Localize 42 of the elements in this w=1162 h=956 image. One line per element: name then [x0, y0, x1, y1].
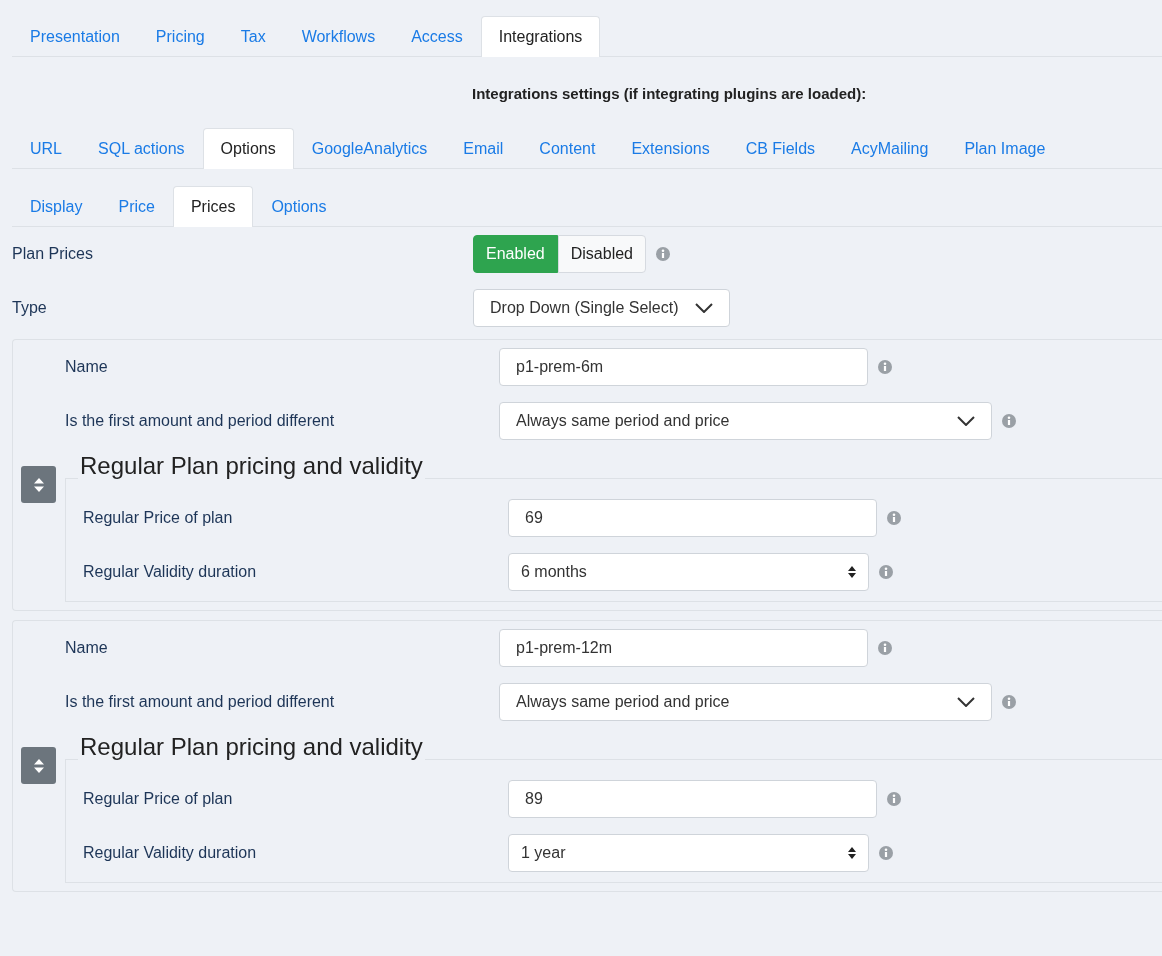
field-label: Is the first amount and period different: [65, 693, 336, 711]
tab[interactable]: Options: [253, 186, 345, 227]
name-input[interactable]: p1-prem-6m: [499, 348, 868, 386]
price-input[interactable]: 69: [508, 499, 877, 537]
tab[interactable]: Pricing: [137, 16, 223, 57]
tab[interactable]: Presentation: [12, 16, 138, 57]
tab[interactable]: Display: [12, 186, 101, 227]
period-dropdown[interactable]: Always same period and price: [499, 683, 992, 721]
field-label: Regular Validity duration: [83, 563, 258, 581]
field-label: Type: [12, 299, 48, 317]
tab[interactable]: AcyMailing: [833, 128, 947, 169]
field-label: Regular Validity duration: [83, 844, 258, 862]
tab[interactable]: Workflows: [283, 16, 394, 57]
validity-dropdown[interactable]: 1 year: [508, 834, 869, 872]
period-dropdown[interactable]: Always same period and price: [499, 402, 992, 440]
tab[interactable]: CB Fields: [727, 128, 834, 169]
tab[interactable]: Extensions: [613, 128, 728, 169]
field-label: Regular Price of plan: [83, 509, 234, 527]
field-label: Name: [65, 358, 109, 376]
tab[interactable]: Options: [202, 128, 294, 169]
tab[interactable]: Content: [521, 128, 614, 169]
type-dropdown[interactable]: Drop Down (Single Select): [473, 289, 730, 327]
section-heading: Integrations settings (if integrating plugins are loaded):: [472, 85, 868, 103]
tab[interactable]: Email: [445, 128, 522, 169]
toggle-option[interactable]: Disabled: [557, 235, 646, 273]
field-label: Regular Price of plan: [83, 790, 234, 808]
tab[interactable]: Plan Image: [946, 128, 1064, 169]
tab[interactable]: URL: [12, 128, 80, 169]
toggle-option[interactable]: Enabled: [473, 235, 558, 273]
tab[interactable]: Prices: [172, 186, 254, 227]
field-label: Name: [65, 639, 109, 657]
tab[interactable]: GoogleAnalytics: [293, 128, 446, 169]
field-label: Plan Prices: [12, 245, 94, 263]
tab[interactable]: Integrations: [480, 16, 601, 57]
tab[interactable]: Price: [100, 186, 173, 227]
name-input[interactable]: p1-prem-12m: [499, 629, 868, 667]
price-input[interactable]: 89: [508, 780, 877, 818]
validity-dropdown[interactable]: 6 months: [508, 553, 869, 591]
tab[interactable]: Access: [393, 16, 481, 57]
field-label: Is the first amount and period different: [65, 412, 336, 430]
tab[interactable]: SQL actions: [80, 128, 203, 169]
tab[interactable]: Tax: [222, 16, 284, 57]
